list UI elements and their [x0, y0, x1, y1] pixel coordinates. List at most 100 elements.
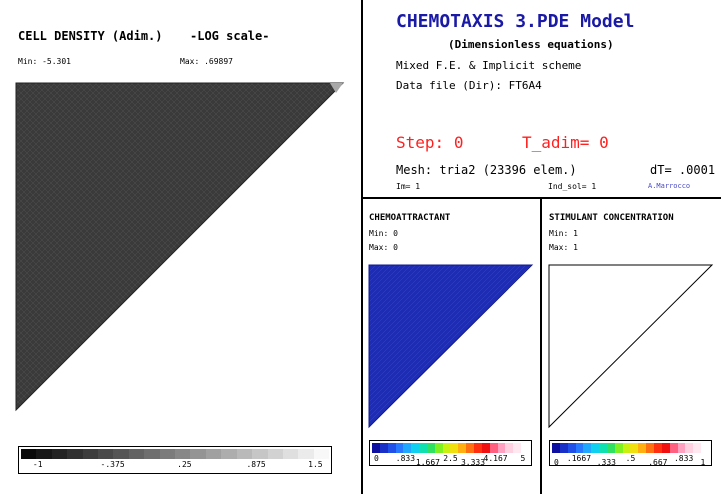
- colorbar-swatch: [379, 443, 388, 453]
- colorbar-swatch: [521, 443, 529, 453]
- colorbar-swatch: [128, 449, 145, 459]
- colorbar-swatch: [513, 443, 522, 453]
- colorbar-swatch: [559, 443, 568, 453]
- colorbar-swatch: [190, 449, 206, 459]
- colorbar-swatch: [426, 443, 435, 453]
- colorbar-swatch: [205, 449, 222, 459]
- tick: 3.333: [460, 458, 486, 467]
- tick: .833: [395, 454, 416, 463]
- cell-density-plot: [15, 82, 345, 412]
- colorbar-swatch: [372, 443, 380, 453]
- datafile-value: FT6A4: [508, 79, 542, 92]
- tick: -.375: [100, 460, 125, 469]
- stimulant-plot: [548, 264, 714, 429]
- colorbar-swatch: [622, 443, 631, 453]
- im-label: Im=: [396, 182, 411, 191]
- mesh-line: Mesh: tria2 (23396 elem.): [396, 163, 577, 177]
- colorbar-swatch: [434, 443, 443, 453]
- colorbar-swatch: [677, 443, 686, 453]
- colorbar-swatch: [638, 443, 647, 453]
- colorbar-swatch: [458, 443, 467, 453]
- stimulant-colorbar: .1667 .5 .833 0 .333 .667 1: [549, 440, 712, 467]
- dt-value: .0001: [678, 163, 716, 177]
- tick: 2.5: [443, 454, 458, 463]
- step-value: 0: [453, 133, 464, 152]
- tadim-label: T_adim=: [522, 133, 590, 152]
- tick: .833: [673, 454, 694, 463]
- colorbar-swatch: [159, 449, 176, 459]
- author-credit: A.Marrocco: [648, 182, 691, 190]
- cell-density-triangle: [15, 82, 345, 412]
- colorbar-swatch: [450, 443, 459, 453]
- colorbar-swatch: [653, 443, 662, 453]
- mesh-label: Mesh:: [396, 163, 433, 177]
- colorbar-swatch: [298, 449, 314, 459]
- tick: .333: [596, 458, 616, 467]
- colorbar-swatch: [67, 449, 83, 459]
- colorbar-swatch: [583, 443, 592, 453]
- colorbar-swatch: [489, 443, 498, 453]
- colorbar-swatch: [646, 443, 654, 453]
- colorbar-swatch: [669, 443, 678, 453]
- tick: .5: [625, 454, 636, 463]
- colorbar-swatch: [419, 443, 427, 453]
- tick: .25: [177, 460, 192, 469]
- dt-label: dT=: [650, 163, 672, 177]
- colorbar-swatch: [591, 443, 600, 453]
- im-value: 1: [415, 182, 421, 191]
- colorbar-swatch: [113, 449, 129, 459]
- datafile-label: Data file (Dir):: [396, 79, 502, 92]
- colorbar-swatch: [599, 443, 607, 453]
- colorbar-swatch: [51, 449, 68, 459]
- colorbar-swatch: [236, 449, 253, 459]
- tick: 0: [374, 454, 379, 463]
- colorbar-swatch: [442, 443, 451, 453]
- tadim-line: T_adim= 0: [522, 133, 609, 152]
- colorbar-swatch: [21, 449, 37, 459]
- colorbar-swatch: [175, 449, 191, 459]
- step-line: Step: 0: [396, 133, 463, 152]
- colorbar-swatch: [614, 443, 623, 453]
- colorbar-swatch: [661, 443, 670, 453]
- mesh-value: tria2 (23396 elem.): [439, 163, 577, 177]
- colorbar-swatch: [221, 449, 237, 459]
- colorbar-swatch: [36, 449, 52, 459]
- colorbar-swatch: [481, 443, 490, 453]
- colorbar-swatch: [144, 449, 160, 459]
- chemoattractant-plot: [368, 264, 534, 429]
- indsol-label: Ind_sol=: [548, 182, 587, 191]
- colorbar-swatch: [575, 443, 584, 453]
- tick: .1667: [566, 454, 592, 463]
- colorbar-swatch: [693, 443, 702, 453]
- chemoattractant-triangle: [368, 264, 534, 429]
- colorbar-swatch: [252, 449, 268, 459]
- colorbar-swatch: [82, 449, 99, 459]
- im-line: Im= 1: [396, 182, 420, 191]
- model-subtitle: (Dimensionless equations): [448, 38, 614, 51]
- colorbar-swatch: [505, 443, 514, 453]
- tick: -1: [32, 460, 43, 469]
- tick: 5: [520, 454, 526, 463]
- colorbar-swatch: [552, 443, 560, 453]
- tadim-value: 0: [599, 133, 609, 152]
- dt-line: dT= .0001: [650, 163, 715, 177]
- tick: 1.667: [415, 458, 440, 467]
- rainbow-gradient-strip: [552, 443, 709, 453]
- tick: 1: [700, 458, 706, 467]
- colorbar-swatch: [313, 449, 330, 459]
- tick: .875: [246, 460, 266, 469]
- colorbar-swatch: [630, 443, 639, 453]
- scheme-text: Mixed F.E. & Implicit scheme: [396, 59, 582, 72]
- colorbar-swatch: [701, 443, 709, 453]
- colorbar-swatch: [267, 449, 283, 459]
- colorbar-swatch: [98, 449, 114, 459]
- chemoattractant-colorbar: 0 .833 2.5 4.167 5 1.667 3.333: [369, 440, 532, 467]
- rainbow-gradient-strip: [372, 443, 529, 453]
- colorbar-swatch: [282, 449, 299, 459]
- tick: 0: [554, 458, 559, 467]
- colorbar-swatch: [473, 443, 482, 453]
- stimulant-triangle: [548, 264, 714, 429]
- colorbar-swatch: [411, 443, 420, 453]
- colorbar-swatch: [395, 443, 404, 453]
- colorbar-swatch: [606, 443, 615, 453]
